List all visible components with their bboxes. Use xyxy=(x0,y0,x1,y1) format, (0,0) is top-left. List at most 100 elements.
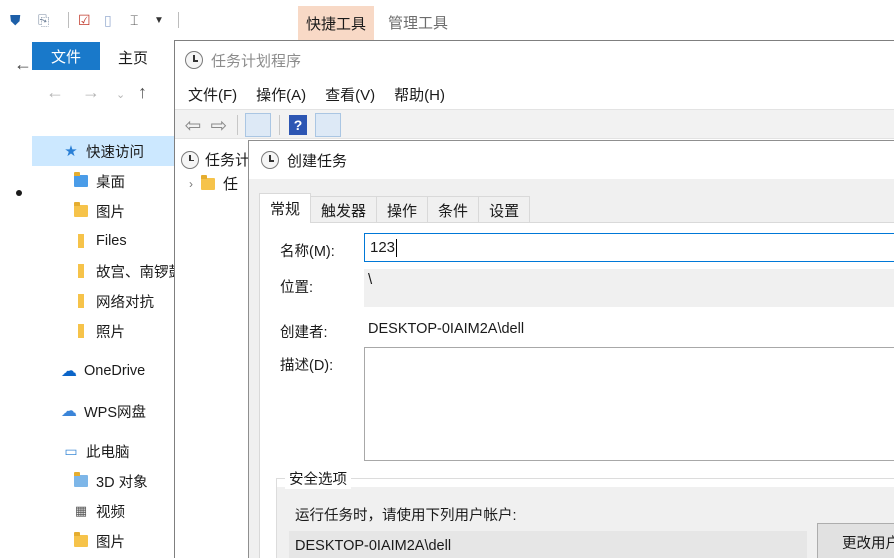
ribbon-tab-file[interactable]: 文件 xyxy=(32,42,100,70)
new-document-icon[interactable]: ▯ xyxy=(104,10,112,30)
show-hide-action-pane-icon[interactable] xyxy=(315,113,341,137)
show-hide-console-tree-icon[interactable] xyxy=(245,113,271,137)
run-as-user-field: DESKTOP-0IAIM2A\dell xyxy=(289,531,807,558)
ribbon-tab-file-label: 文件 xyxy=(50,48,81,66)
tree-item-library-label: 任 xyxy=(223,176,239,193)
create-task-title: 创建任务 xyxy=(287,152,348,170)
folder-icon xyxy=(201,174,215,190)
menu-view[interactable]: 查看(V) xyxy=(325,84,375,105)
change-user-button[interactable]: 更改用户 xyxy=(817,523,894,558)
checkbox-icon[interactable]: ☑ xyxy=(78,10,91,30)
tab-general[interactable]: 常规 xyxy=(259,193,312,223)
task-name-input[interactable]: 123 xyxy=(364,233,894,262)
clock-icon xyxy=(185,51,203,69)
toolbar-separator xyxy=(279,115,280,135)
nav-item-label: 快速访问 xyxy=(86,144,144,161)
nav-item-label: 桌面 xyxy=(96,174,125,191)
nav-item-quick-access[interactable]: ★ 快速访问 xyxy=(62,140,144,162)
run-as-user-value: DESKTOP-0IAIM2A\dell xyxy=(295,538,452,554)
back-arrow-icon[interactable]: ⇦ xyxy=(181,113,205,137)
explorer-left-edge: ← xyxy=(0,40,32,558)
menu-help[interactable]: 帮助(H) xyxy=(394,84,445,105)
menu-file[interactable]: 文件(F) xyxy=(188,84,237,105)
author-value: DESKTOP-0IAIM2A\dell xyxy=(368,321,525,337)
ribbon-tab-quick-tools[interactable]: 快捷工具 xyxy=(298,6,374,40)
nav-item-wps-drive[interactable]: ☁ WPS网盘 xyxy=(60,400,146,422)
text-caret xyxy=(396,238,398,257)
nav-item-label: 此电脑 xyxy=(86,444,130,461)
customize-dropdown-icon[interactable]: ▼ xyxy=(154,10,164,30)
ribbon-tab-manage[interactable]: 管理工具 xyxy=(388,12,448,33)
create-task-title-bar[interactable]: 创建任务 xyxy=(249,141,894,179)
video-icon: ▦ xyxy=(74,503,88,518)
help-icon: ? xyxy=(289,115,307,135)
nav-item-label: 视频 xyxy=(96,504,125,521)
back-arrow-icon[interactable]: ← xyxy=(46,82,64,103)
nav-item-this-pc[interactable]: ▭ 此电脑 xyxy=(62,440,130,462)
forward-arrow-icon[interactable]: → xyxy=(82,82,100,103)
nav-item-label: 故宫、南锣鼓 xyxy=(96,264,183,281)
nav-item-label: 网络对抗 xyxy=(96,294,154,311)
toolbar-separator xyxy=(68,12,69,28)
up-arrow-icon[interactable]: ↑ xyxy=(138,82,147,103)
nav-item-files[interactable]: Files xyxy=(72,230,127,252)
computer-icon: ▭ xyxy=(64,442,78,459)
description-textarea[interactable] xyxy=(364,347,894,461)
tab-actions[interactable]: 操作 xyxy=(376,196,429,223)
explorer-navigation-pane: ★ 快速访问 桌面 图片 Files 故宫、南锣鼓 网络对抗 照片 ☁ OneD… xyxy=(32,130,183,558)
folder-icon xyxy=(72,232,90,250)
toolbar-separator xyxy=(237,115,238,135)
menu-action[interactable]: 操作(A) xyxy=(256,84,306,105)
task-scheduler-title-bar[interactable]: 任务计划程序 xyxy=(175,41,894,79)
change-user-button-label: 更改用户 xyxy=(842,535,894,552)
nav-item-network-confrontation[interactable]: 网络对抗 xyxy=(72,290,154,312)
security-options-legend: 安全选项 xyxy=(285,468,351,489)
nav-item-palace[interactable]: 故宫、南锣鼓 xyxy=(72,260,183,282)
clock-icon xyxy=(181,150,199,169)
nav-item-label: 照片 xyxy=(96,324,125,341)
expand-chevron-icon[interactable]: › xyxy=(189,177,193,191)
cloud-icon: ☁ xyxy=(61,363,77,380)
nav-item-desktop[interactable]: 桌面 xyxy=(72,170,125,192)
tree-item-root[interactable]: 任务计 xyxy=(181,149,250,170)
description-label: 描述(D): xyxy=(280,358,334,374)
rename-icon[interactable]: ⌶ xyxy=(130,10,138,30)
properties-icon[interactable]: ⎘ xyxy=(38,10,49,30)
nav-item-label: 图片 xyxy=(96,204,125,221)
tab-conditions[interactable]: 条件 xyxy=(427,196,480,223)
security-options-group: 安全选项 运行任务时，请使用下列用户帐户: DESKTOP-0IAIM2A\de… xyxy=(276,468,894,558)
nav-item-3d-objects[interactable]: 3D 对象 xyxy=(72,470,148,492)
tab-settings[interactable]: 设置 xyxy=(478,196,531,223)
shield-icon[interactable]: ⛊ xyxy=(10,10,21,30)
nav-item-onedrive[interactable]: ☁ OneDrive xyxy=(60,360,145,382)
nav-item-pictures[interactable]: 图片 xyxy=(72,200,125,222)
general-tab-panel: 名称(M): 123 位置: \ 创建者: DESKTOP-0IAIM2A\de… xyxy=(259,222,894,558)
task-name-value: 123 xyxy=(370,239,396,256)
folder-icon xyxy=(72,172,90,190)
ribbon-tab-home[interactable]: 主页 xyxy=(118,47,148,68)
tree-item-root-label: 任务计 xyxy=(205,152,251,169)
help-button[interactable]: ? xyxy=(289,113,307,137)
clock-icon xyxy=(261,151,279,169)
nav-item-photos[interactable]: 照片 xyxy=(72,320,125,342)
nav-item-videos[interactable]: ▦ 视频 xyxy=(72,500,125,522)
tab-triggers[interactable]: 触发器 xyxy=(310,196,378,223)
task-scheduler-toolbar: ⇦ ⇨ ? xyxy=(175,109,894,139)
explorer-quick-access-toolbar: ⛊ ⎘ ☑ ▯ ⌶ ▼ 快捷工具 管理工具 xyxy=(0,0,894,40)
create-task-dialog: 创建任务 常规 触发器 操作 条件 设置 名称(M): 123 位置: \ 创建… xyxy=(248,140,894,558)
back-arrow-icon[interactable]: ← xyxy=(14,54,32,75)
author-label: 创建者: xyxy=(280,325,328,341)
location-value: \ xyxy=(368,271,373,288)
toolbar-separator xyxy=(178,12,179,28)
tree-item-library[interactable]: › 任 xyxy=(189,173,238,194)
pictures-icon xyxy=(72,202,90,220)
nav-item-pictures-pc[interactable]: 图片 xyxy=(72,530,125,552)
nav-item-label: 3D 对象 xyxy=(96,474,148,491)
bullet-dot xyxy=(16,190,22,196)
explorer-address-navigation: ← → ⌄ ↑ xyxy=(32,78,174,110)
recent-locations-chevron-icon[interactable]: ⌄ xyxy=(116,88,125,101)
nav-item-label: WPS网盘 xyxy=(84,404,147,421)
task-scheduler-title: 任务计划程序 xyxy=(211,52,302,70)
forward-arrow-icon[interactable]: ⇨ xyxy=(207,113,231,137)
ribbon-tab-quick-tools-label: 快捷工具 xyxy=(305,15,366,33)
